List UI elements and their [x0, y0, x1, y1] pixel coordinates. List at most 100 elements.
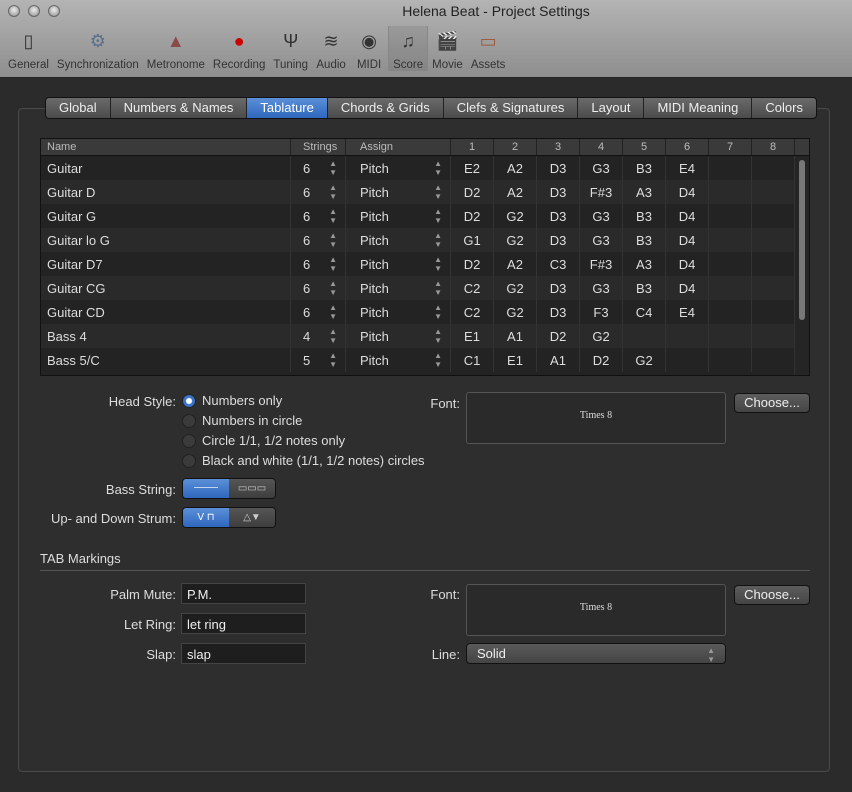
assign-select[interactable]: Pitch▲▼ [346, 348, 451, 372]
column-header[interactable]: 5 [623, 139, 666, 155]
note-cell[interactable]: D4 [666, 180, 709, 204]
table-row[interactable]: Bass 5/C 5▲▼ Pitch▲▼C1E1A1D2G2 [41, 348, 809, 372]
note-cell[interactable]: A2 [494, 252, 537, 276]
name-cell[interactable]: Guitar D [41, 180, 291, 204]
note-cell[interactable]: D2 [537, 324, 580, 348]
assign-select[interactable]: Pitch▲▼ [346, 300, 451, 324]
stepper-icon[interactable]: ▲▼ [329, 183, 337, 201]
note-cell[interactable] [709, 348, 752, 372]
table-row[interactable]: Bass 4 4▲▼ Pitch▲▼E1A1D2G2 [41, 324, 809, 348]
note-cell[interactable]: B3 [623, 276, 666, 300]
note-cell[interactable]: B3 [623, 204, 666, 228]
bass-string-option-1[interactable]: ┄┄┄┄ [183, 479, 229, 498]
note-cell[interactable]: G1 [451, 228, 494, 252]
tab-clefs-signatures[interactable]: Clefs & Signatures [444, 98, 579, 118]
note-cell[interactable]: G3 [580, 204, 623, 228]
note-cell[interactable] [709, 228, 752, 252]
note-cell[interactable]: G3 [580, 228, 623, 252]
note-cell[interactable]: E2 [451, 156, 494, 180]
note-cell[interactable] [709, 300, 752, 324]
note-cell[interactable]: C2 [451, 276, 494, 300]
tab-numbers-names[interactable]: Numbers & Names [111, 98, 248, 118]
note-cell[interactable]: A1 [537, 348, 580, 372]
note-cell[interactable]: C1 [451, 348, 494, 372]
bass-string-option-2[interactable]: ▭▭▭ [229, 479, 275, 498]
strings-stepper[interactable]: 6▲▼ [291, 156, 346, 180]
name-cell[interactable]: Guitar CG [41, 276, 291, 300]
assign-select[interactable]: Pitch▲▼ [346, 324, 451, 348]
tab-layout[interactable]: Layout [578, 98, 644, 118]
radio-icon[interactable] [182, 454, 196, 468]
toolbar-synchronization[interactable]: ⚙Synchronization [53, 26, 143, 71]
column-header[interactable]: Strings [291, 139, 346, 155]
assign-select[interactable]: Pitch▲▼ [346, 204, 451, 228]
tab-colors[interactable]: Colors [752, 98, 816, 118]
tab-global[interactable]: Global [46, 98, 111, 118]
toolbar-metronome[interactable]: ▲Metronome [143, 26, 209, 71]
tab-chords-grids[interactable]: Chords & Grids [328, 98, 444, 118]
note-cell[interactable]: D2 [451, 252, 494, 276]
note-cell[interactable] [709, 324, 752, 348]
note-cell[interactable]: D4 [666, 276, 709, 300]
palm-mute-input[interactable]: P.M. [181, 583, 306, 604]
line-select[interactable]: Solid▲▼ [466, 643, 726, 664]
note-cell[interactable]: G2 [494, 204, 537, 228]
name-cell[interactable]: Guitar CD [41, 300, 291, 324]
assign-select[interactable]: Pitch▲▼ [346, 276, 451, 300]
note-cell[interactable]: D2 [451, 180, 494, 204]
note-cell[interactable]: C2 [451, 300, 494, 324]
note-cell[interactable]: E1 [451, 324, 494, 348]
note-cell[interactable]: D4 [666, 204, 709, 228]
note-cell[interactable]: F3 [580, 300, 623, 324]
strum-option-1[interactable]: V ⊓ [183, 508, 229, 527]
toolbar-general[interactable]: ▯General [4, 26, 53, 71]
stepper-icon[interactable]: ▲▼ [329, 351, 337, 369]
note-cell[interactable] [752, 156, 795, 180]
table-row[interactable]: Guitar G 6▲▼ Pitch▲▼D2G2D3G3B3D4 [41, 204, 809, 228]
assign-select[interactable]: Pitch▲▼ [346, 252, 451, 276]
note-cell[interactable] [752, 348, 795, 372]
note-cell[interactable]: D3 [537, 276, 580, 300]
note-cell[interactable] [752, 180, 795, 204]
let-ring-input[interactable]: let ring [181, 613, 306, 634]
head-style-radio[interactable]: Numbers in circle [182, 413, 302, 428]
table-row[interactable]: Guitar CD 6▲▼ Pitch▲▼C2G2D3F3C4E4 [41, 300, 809, 324]
note-cell[interactable] [666, 348, 709, 372]
head-style-radio[interactable]: Circle 1/1, 1/2 notes only [182, 433, 345, 448]
strings-stepper[interactable]: 5▲▼ [291, 348, 346, 372]
strings-stepper[interactable]: 6▲▼ [291, 252, 346, 276]
stepper-icon[interactable]: ▲▼ [329, 255, 337, 273]
note-cell[interactable]: D2 [451, 204, 494, 228]
strings-stepper[interactable]: 6▲▼ [291, 180, 346, 204]
assign-select[interactable]: Pitch▲▼ [346, 156, 451, 180]
column-header[interactable]: 7 [709, 139, 752, 155]
note-cell[interactable]: C3 [537, 252, 580, 276]
note-cell[interactable]: D4 [666, 252, 709, 276]
stepper-icon[interactable]: ▲▼ [329, 303, 337, 321]
head-style-radio[interactable]: Black and white (1/1, 1/2 notes) circles [182, 453, 425, 468]
radio-icon[interactable] [182, 434, 196, 448]
name-cell[interactable]: Guitar G [41, 204, 291, 228]
note-cell[interactable] [752, 252, 795, 276]
note-cell[interactable]: D3 [537, 300, 580, 324]
note-cell[interactable] [752, 204, 795, 228]
stepper-icon[interactable]: ▲▼ [329, 159, 337, 177]
note-cell[interactable] [709, 276, 752, 300]
markings-choose-font-button[interactable]: Choose... [734, 585, 810, 605]
name-cell[interactable]: Bass 5/C [41, 348, 291, 372]
toolbar-assets[interactable]: ▭Assets [467, 26, 510, 71]
head-style-radio[interactable]: Numbers only [182, 393, 282, 408]
column-header[interactable]: 2 [494, 139, 537, 155]
note-cell[interactable]: D3 [537, 180, 580, 204]
column-header[interactable]: 8 [752, 139, 795, 155]
table-row[interactable]: Guitar D 6▲▼ Pitch▲▼D2A2D3F#3A3D4 [41, 180, 809, 204]
note-cell[interactable]: B3 [623, 228, 666, 252]
note-cell[interactable] [709, 180, 752, 204]
note-cell[interactable]: F#3 [580, 252, 623, 276]
name-cell[interactable]: Guitar [41, 156, 291, 180]
note-cell[interactable]: A1 [494, 324, 537, 348]
note-cell[interactable] [709, 252, 752, 276]
assign-select[interactable]: Pitch▲▼ [346, 180, 451, 204]
strings-stepper[interactable]: 6▲▼ [291, 204, 346, 228]
note-cell[interactable]: A3 [623, 252, 666, 276]
